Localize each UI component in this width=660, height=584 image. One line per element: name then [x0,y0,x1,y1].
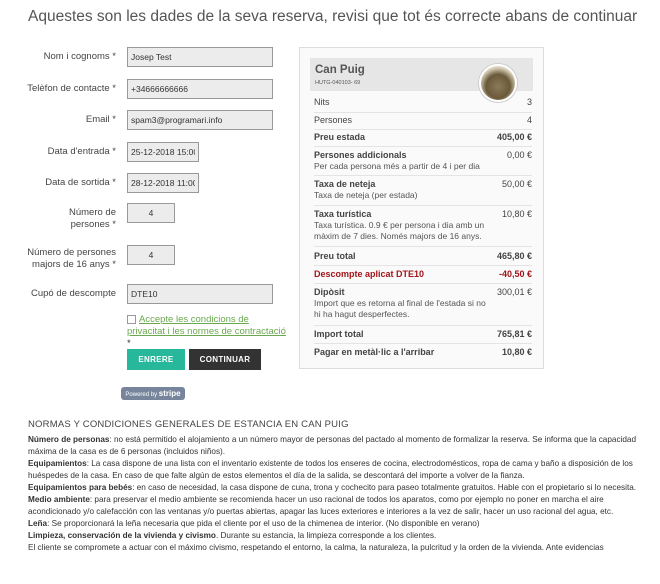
checkout-input[interactable] [127,173,199,193]
email-label: Email * [85,114,116,125]
privacy-row: Accepte les condicions de privacitat i l… [127,314,287,350]
property-header: Can Puig HUTG-040103- 69 [310,58,533,102]
condition-civism: El cliente se compromete a actuar con el… [28,543,604,552]
adults-input[interactable] [127,245,175,265]
page-heading: Aquestes son les dades de la seva reserv… [28,8,638,25]
back-button[interactable]: ENRERE [127,349,185,370]
checkin-input[interactable] [127,142,199,162]
summary-row-additional-persons: Persones addicionals 0,00 € Per cada pers… [314,150,532,171]
email-input[interactable] [127,110,273,130]
discount-label: Cupó de descompte [30,288,116,299]
property-avatar [479,64,517,102]
condition-persons: Número de personas: no está permitido el… [28,435,637,456]
people-label: Número de persones * [69,207,116,230]
people-input[interactable] [127,203,175,223]
checkin-label: Data d'entrada * [47,146,116,157]
property-name: Can Puig [315,64,365,76]
summary-row-tourist-tax: Taxa turística 10,80 € Taxa turística. 0.… [314,209,532,241]
continue-button[interactable]: CONTINUAR [189,349,261,370]
condition-cleaning: Limpieza, conservación de la vivienda y … [28,531,437,540]
checkout-label: Data de sortida * [45,177,116,188]
condition-baby-equipment: Equipamientos para bebés: en caso de nec… [28,483,637,492]
phone-input[interactable] [127,79,273,99]
condition-firewood: Leña: Se proporcionará la leña necesaria… [28,519,480,528]
booking-summary: Can Puig HUTG-040103- 69 Nits 3 Persones 4… [299,47,544,369]
privacy-link[interactable]: Accepte les condicions de privacitat i l… [127,314,286,337]
discount-input[interactable] [127,284,273,304]
required-mark: * [127,338,131,349]
privacy-checkbox[interactable] [127,314,136,324]
powered-by-stripe-badge: Powered by stripe [121,387,185,400]
phone-label: Telèfon de contacte * [27,83,116,94]
property-code: HUTG-040103- 69 [315,80,361,86]
conditions-title: NORMAS Y CONDICIONES GENERALES DE ESTANC… [28,419,349,430]
adults-label: Número de persones majors de 16 anys * [27,247,116,270]
name-input[interactable] [127,47,273,67]
summary-row-cleaning-fee: Taxa de neteja 50,00 € Taxa de neteja (pe… [314,179,532,200]
summary-row-deposit: Dipòsit 300,01 € Import que es retorna al… [314,287,532,319]
condition-environment: Medio ambiente: para preservar el medio … [28,495,614,516]
name-label: Nom i cognoms * [43,51,116,62]
condition-equipment: Equipamientos: La casa dispone de una li… [28,459,633,480]
conditions-body: Número de personas: no está permitido el… [28,434,638,554]
